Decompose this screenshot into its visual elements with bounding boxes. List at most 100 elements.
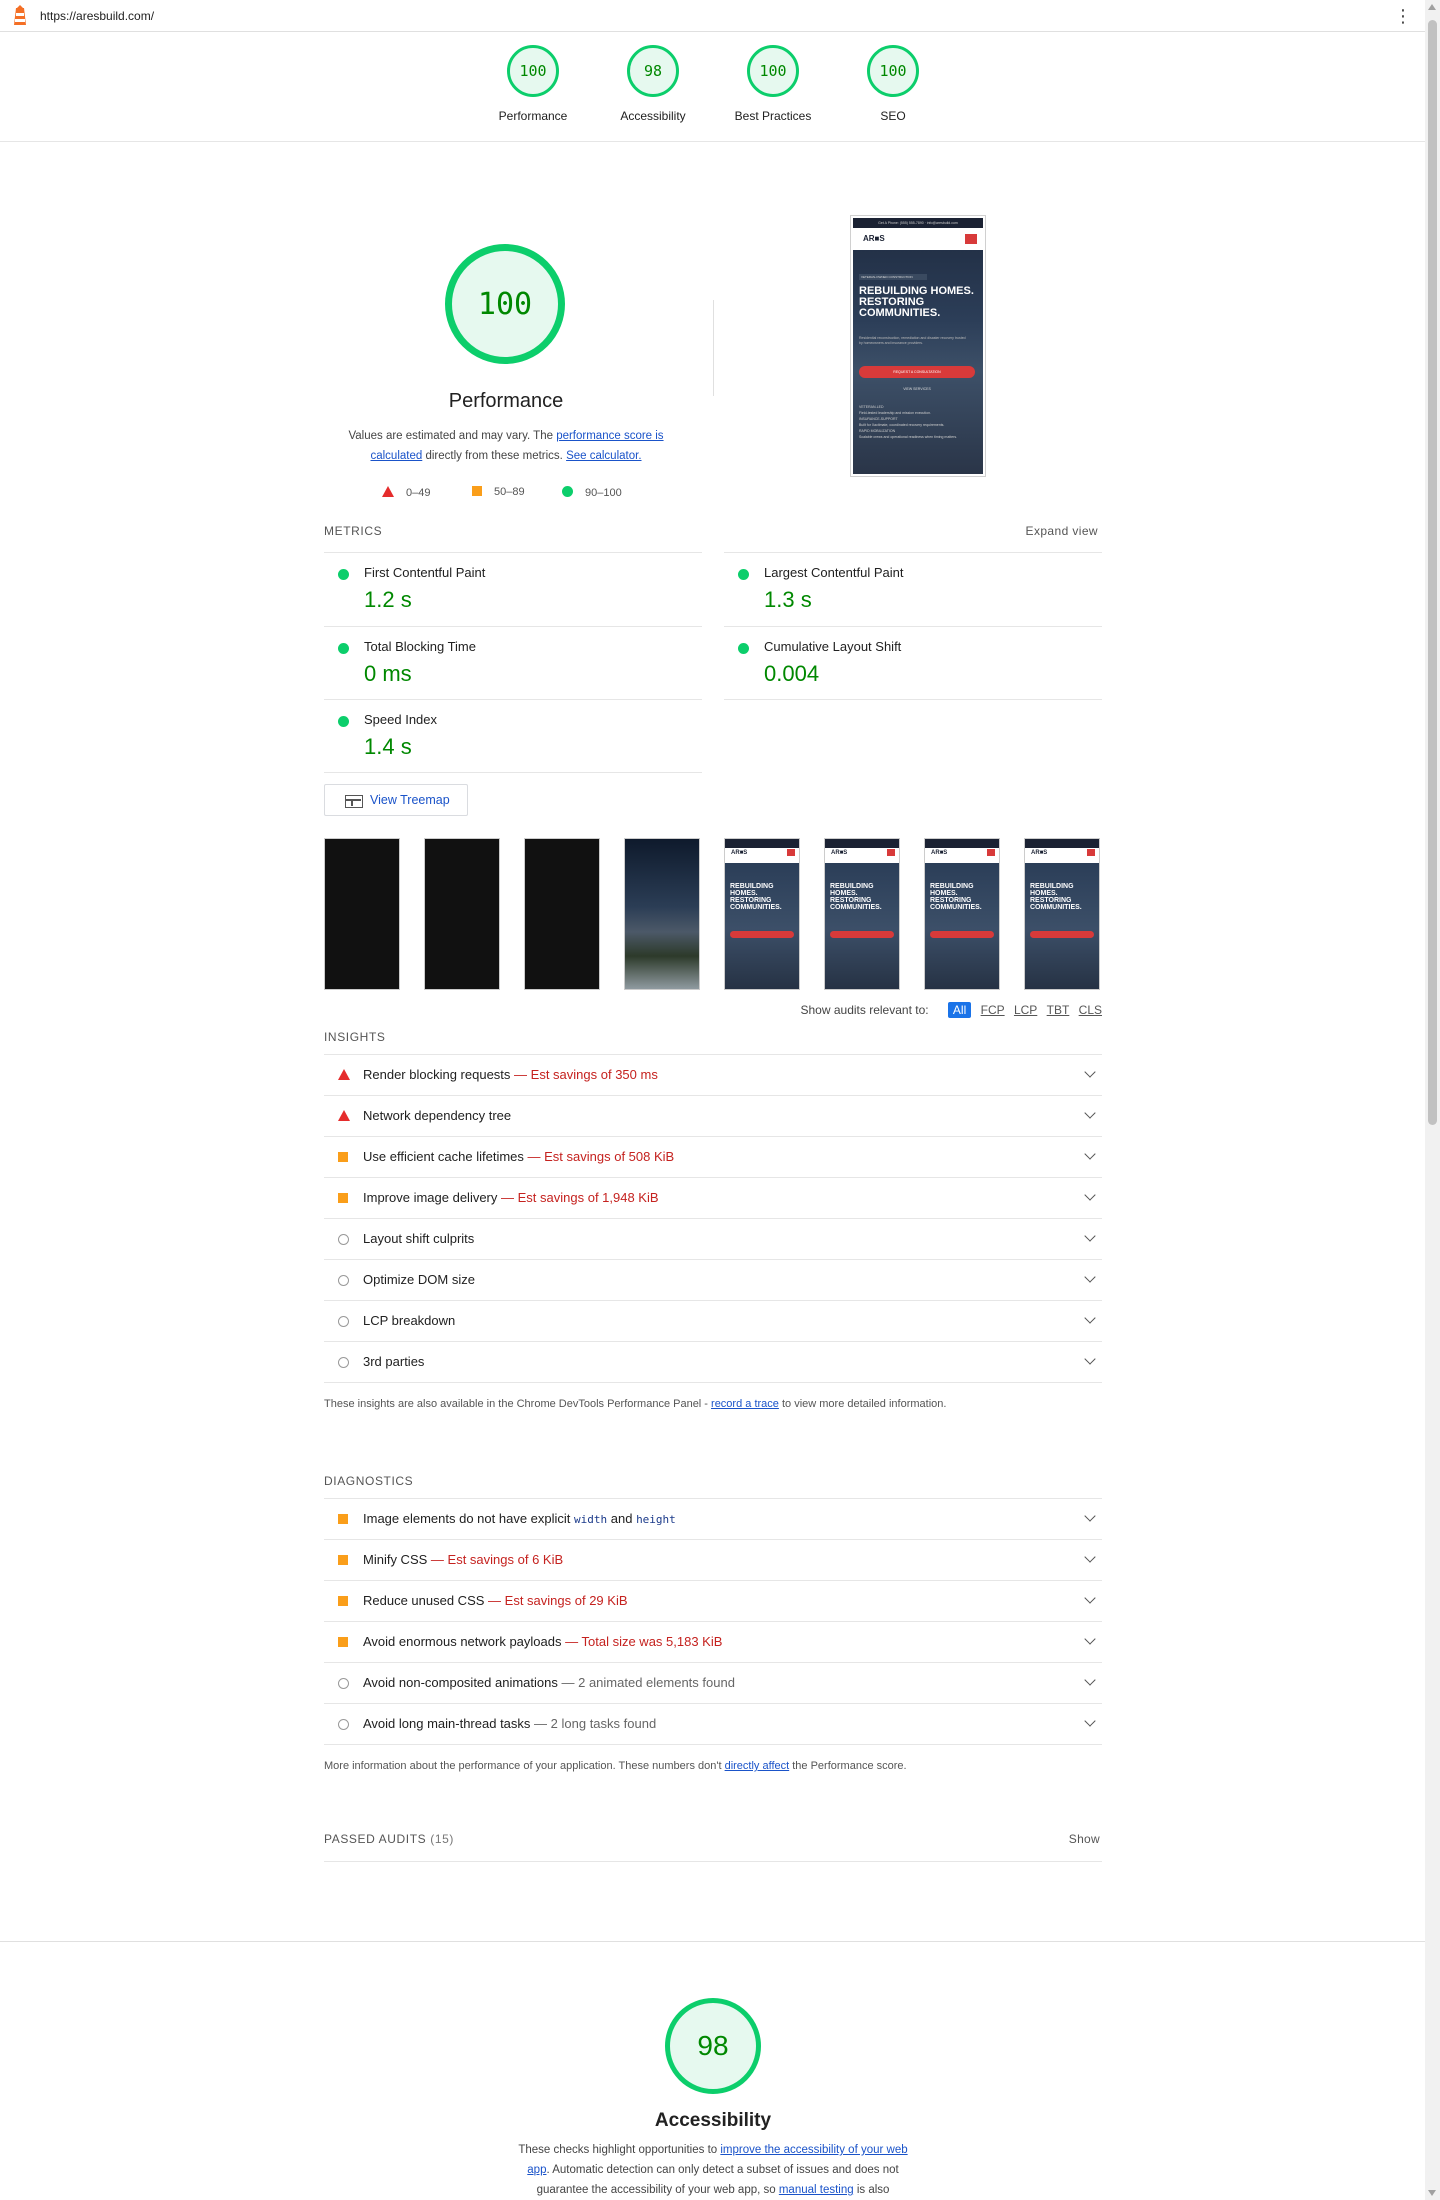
insight-dom-size[interactable]: Optimize DOM size (324, 1259, 1102, 1300)
view-treemap-button[interactable]: View Treemap (324, 784, 468, 816)
gauge-accessibility[interactable]: 98 Accessibility (593, 45, 713, 123)
record-trace-link[interactable]: record a trace (711, 1398, 779, 1410)
metric-speed-index: Speed Index 1.4 s (324, 699, 702, 773)
diag-unused-css[interactable]: Reduce unused CSS — Est savings of 29 Ki… (324, 1580, 1102, 1621)
gauge-score: 100 (867, 45, 919, 97)
manual-testing-link[interactable]: manual testing (779, 2184, 854, 2196)
chevron-down-icon (1084, 1674, 1096, 1686)
filmstrip: AR■S REBUILDING HOMES. RESTORING COMMUNI… (324, 838, 1102, 990)
chevron-down-icon (1084, 1592, 1096, 1604)
page-url[interactable]: https://aresbuild.com/ (40, 9, 154, 23)
performance-gauge: 100 (445, 244, 565, 364)
info-circle-icon (338, 1357, 349, 1368)
accessibility-title: Accessibility (654, 2110, 772, 2131)
chevron-down-icon (1084, 1230, 1096, 1242)
gauge-label: Performance (498, 109, 568, 123)
gauge-score: 98 (627, 45, 679, 97)
metric-value: 1.2 s (364, 587, 412, 612)
filmstrip-frame: AR■S REBUILDING HOMES. RESTORING COMMUNI… (724, 838, 800, 990)
metric-value: 1.4 s (364, 734, 412, 759)
diag-minify-css[interactable]: Minify CSS — Est savings of 6 KiB (324, 1539, 1102, 1580)
metric-value: 0.004 (764, 661, 820, 686)
average-square-icon (338, 1637, 348, 1647)
insight-image-delivery[interactable]: Improve image delivery — Est savings of … (324, 1177, 1102, 1218)
see-calculator-link[interactable]: See calculator. (566, 450, 641, 462)
chevron-down-icon (1084, 1510, 1096, 1522)
average-square-icon (338, 1514, 348, 1524)
metric-value: 1.3 s (764, 587, 812, 612)
pass-circle-icon (738, 643, 749, 654)
filmstrip-frame (324, 838, 400, 990)
diag-network-payloads[interactable]: Avoid enormous network payloads — Total … (324, 1621, 1102, 1662)
filter-lcp[interactable]: LCP (1014, 1003, 1037, 1017)
metric-fcp: First Contentful Paint 1.2 s (324, 552, 702, 626)
insight-cache-lifetimes[interactable]: Use efficient cache lifetimes — Est savi… (324, 1136, 1102, 1177)
fail-triangle-icon (338, 1110, 350, 1121)
average-square-icon (338, 1596, 348, 1606)
metric-name: First Contentful Paint (364, 565, 486, 580)
expand-view-toggle[interactable]: Expand view (1026, 524, 1098, 538)
treemap-icon (345, 795, 363, 808)
chevron-down-icon (1084, 1107, 1096, 1119)
filter-fcp[interactable]: FCP (981, 1003, 1005, 1017)
scroll-up-icon[interactable] (1428, 4, 1436, 10)
average-square-icon (338, 1555, 348, 1565)
info-circle-icon (338, 1275, 349, 1286)
show-passed-toggle[interactable]: Show (1069, 1832, 1100, 1846)
filter-cls[interactable]: CLS (1079, 1003, 1102, 1017)
metric-cls: Cumulative Layout Shift 0.004 (724, 626, 1102, 700)
more-options-icon[interactable]: ⋮ (1394, 6, 1412, 26)
gauge-label: Accessibility (620, 109, 686, 123)
performance-title: Performance (448, 390, 564, 412)
diag-non-composited[interactable]: Avoid non-composited animations — 2 anim… (324, 1662, 1102, 1703)
pass-circle-icon (738, 569, 749, 580)
directly-affect-link[interactable]: directly affect (725, 1760, 790, 1772)
gauge-best-practices[interactable]: 100 Best Practices (713, 45, 833, 123)
vertical-divider (713, 300, 714, 396)
performance-summary: 100 Performance Values are estimated and… (324, 142, 1102, 532)
chevron-down-icon (1084, 1189, 1096, 1201)
diag-image-dimensions[interactable]: Image elements do not have explicit widt… (324, 1498, 1102, 1539)
passed-audits-header[interactable]: PASSED AUDITS (15) Show (324, 1832, 1102, 1862)
preview-cta: REQUEST A CONSULTATION (859, 366, 975, 378)
insight-render-blocking[interactable]: Render blocking requests — Est savings o… (324, 1054, 1102, 1095)
filter-tbt[interactable]: TBT (1047, 1003, 1070, 1017)
triangle-icon (382, 486, 394, 497)
diagnostics-end-divider (324, 1744, 1102, 1745)
preview-logo: AR■S (863, 234, 885, 243)
metric-name: Total Blocking Time (364, 639, 476, 654)
insight-third-parties[interactable]: 3rd parties (324, 1341, 1102, 1382)
metrics-header: METRICS Expand view (324, 524, 1098, 538)
report-content: 100 Performance Values are estimated and… (324, 142, 1102, 1862)
scroll-down-icon[interactable] (1428, 2190, 1436, 2196)
insight-network-dependency[interactable]: Network dependency tree (324, 1095, 1102, 1136)
pass-circle-icon (338, 643, 349, 654)
preview-headline: REBUILDING HOMES. RESTORING COMMUNITIES. (859, 285, 974, 319)
insights-end-divider (324, 1382, 1102, 1383)
filter-all[interactable]: All (947, 1002, 972, 1018)
chevron-down-icon (1084, 1312, 1096, 1324)
final-screenshot[interactable]: Get A Phone: (555) 555-7890 · info@aresb… (850, 215, 986, 477)
gauge-seo[interactable]: 100 SEO (833, 45, 953, 123)
info-circle-icon (338, 1234, 349, 1245)
scrollbar-thumb[interactable] (1428, 20, 1437, 1125)
filmstrip-frame (624, 838, 700, 990)
metrics-divider (724, 699, 1102, 700)
score-gauges-header: 100 Performance 98 Accessibility 100 Bes… (0, 32, 1425, 142)
filmstrip-frame: AR■S REBUILDING HOMES. RESTORING COMMUNI… (824, 838, 900, 990)
insight-lcp-breakdown[interactable]: LCP breakdown (324, 1300, 1102, 1341)
diag-long-tasks[interactable]: Avoid long main-thread tasks — 2 long ta… (324, 1703, 1102, 1744)
filmstrip-frame (424, 838, 500, 990)
url-bar: https://aresbuild.com/ ⋮ (0, 0, 1425, 32)
circle-icon (562, 486, 573, 497)
gauge-score: 100 (507, 45, 559, 97)
insight-layout-shift[interactable]: Layout shift culprits (324, 1218, 1102, 1259)
diagnostics-header: DIAGNOSTICS (324, 1474, 414, 1488)
filmstrip-frame: AR■S REBUILDING HOMES. RESTORING COMMUNI… (924, 838, 1000, 990)
info-circle-icon (338, 1678, 349, 1689)
page-scrollbar[interactable] (1425, 0, 1440, 2200)
gauge-performance[interactable]: 100 Performance (473, 45, 593, 123)
accessibility-description: These checks highlight opportunities to … (518, 2144, 908, 2196)
preview-topbar: Get A Phone: (555) 555-7890 · info@aresb… (853, 218, 983, 228)
score-legend: 0–49 50–89 90–100 (382, 486, 642, 502)
